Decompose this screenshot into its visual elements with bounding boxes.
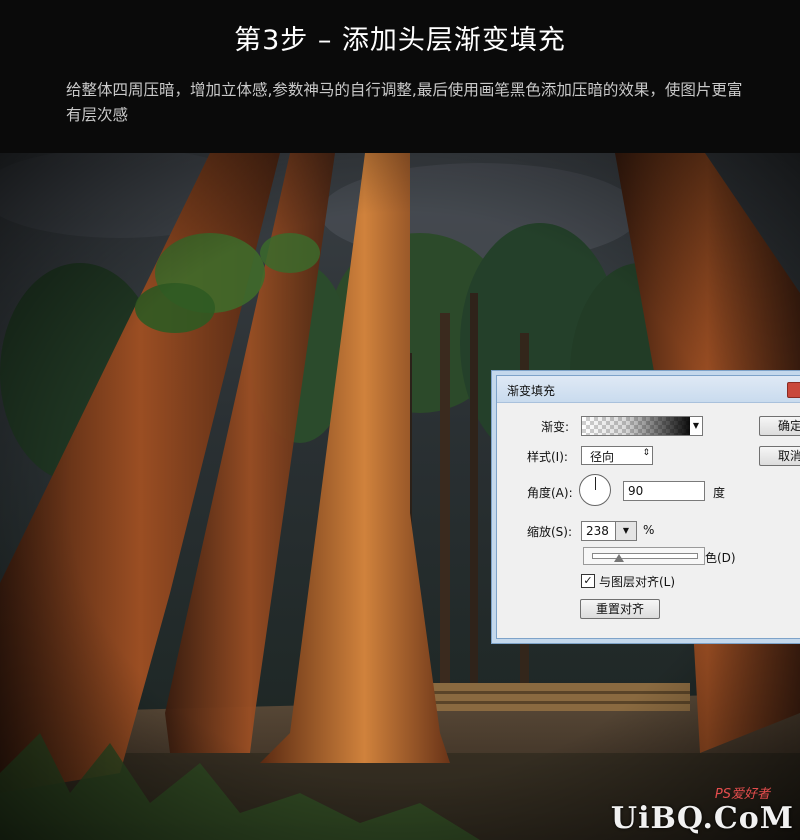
tutorial-header: 第3步 – 添加头层渐变填充 给整体四周压暗，增加立体感,参数神马的自行调整,最… xyxy=(0,0,800,153)
reverse-label: 色(D) xyxy=(705,551,736,565)
align-label: 与图层对齐(L) xyxy=(599,575,676,589)
gradient-label: 渐变: xyxy=(541,420,570,434)
watermark-logo: UiBQ.CoM xyxy=(610,801,794,836)
watermark-small: PS爱好者 xyxy=(714,787,770,802)
cancel-button[interactable]: 取消 xyxy=(759,446,800,466)
ok-button[interactable]: 确定 xyxy=(759,416,800,436)
scale-input[interactable]: 238 xyxy=(581,521,617,541)
style-select[interactable]: 径向 ⇕ xyxy=(581,446,653,465)
scale-dropdown-icon[interactable]: ▼ xyxy=(615,521,637,541)
style-label: 样式(I): xyxy=(527,450,568,464)
updown-arrows-icon: ⇕ xyxy=(642,448,650,458)
slider-track xyxy=(592,553,698,559)
step-title: 第3步 – 添加头层渐变填充 xyxy=(234,25,566,56)
gradient-dropdown-icon[interactable]: ▼ xyxy=(690,416,703,436)
angle-input[interactable]: 90 xyxy=(623,481,705,501)
close-icon[interactable] xyxy=(787,382,800,398)
gradient-fill-dialog: 渐变填充 渐变: ▼ 样式(I): 径向 ⇕ 角度(A): 90 度 缩放(S)… xyxy=(496,375,800,639)
align-checkbox[interactable]: ✓ xyxy=(581,574,595,588)
step-description: 给整体四周压暗，增加立体感,参数神马的自行调整,最后使用画笔黑色添加压暗的效果，… xyxy=(66,81,743,124)
scale-slider[interactable] xyxy=(583,547,705,565)
angle-label: 角度(A): xyxy=(527,486,573,500)
angle-unit: 度 xyxy=(713,486,726,500)
dialog-title: 渐变填充 xyxy=(507,384,556,398)
reset-align-button[interactable]: 重置对齐 xyxy=(580,599,660,619)
style-value: 径向 xyxy=(590,450,615,464)
gradient-preview[interactable] xyxy=(581,416,691,436)
slider-thumb[interactable] xyxy=(614,554,624,562)
scale-label: 缩放(S): xyxy=(527,525,573,539)
scale-unit: % xyxy=(643,523,655,537)
angle-dial[interactable] xyxy=(579,474,611,506)
dialog-titlebar[interactable]: 渐变填充 xyxy=(497,376,800,403)
